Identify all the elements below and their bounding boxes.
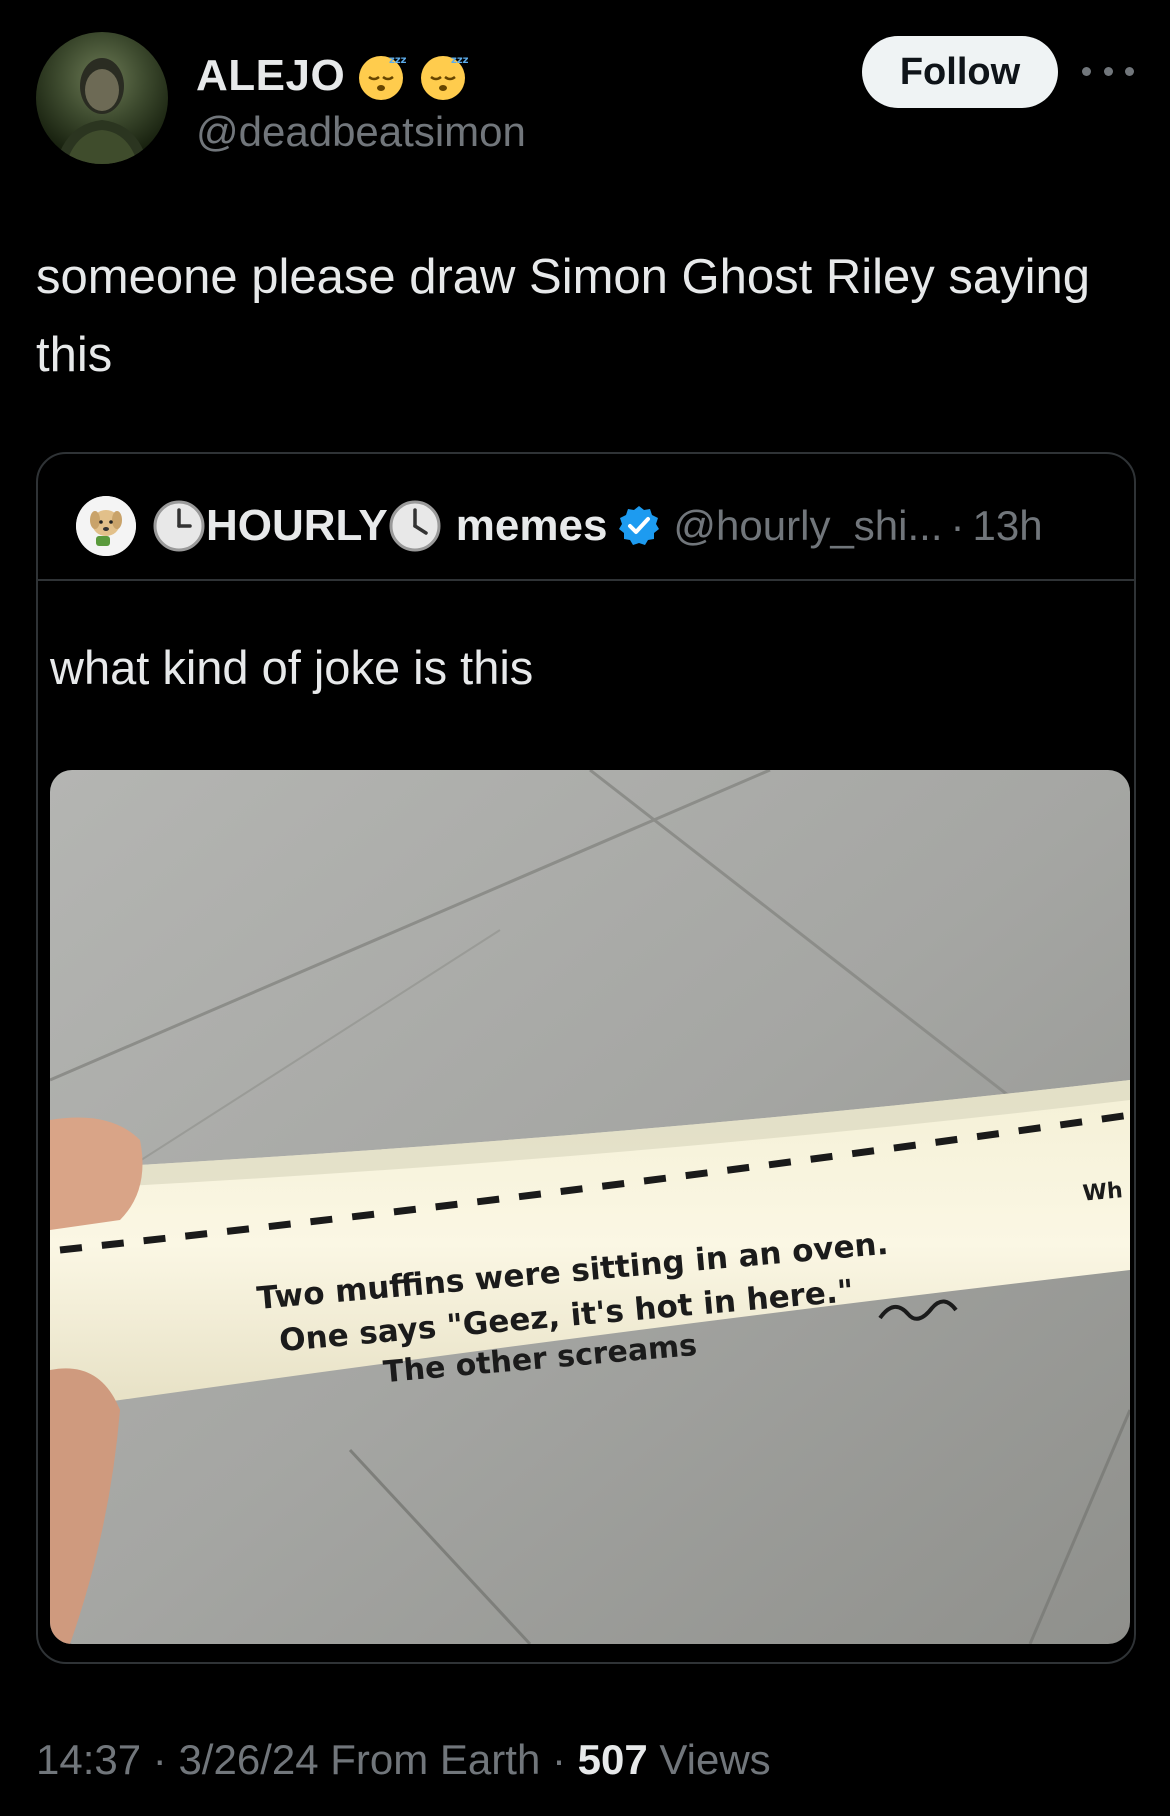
post-time: 14:37 [36, 1736, 142, 1783]
clock-emoji [153, 500, 205, 552]
post-meta: 14:37 · 3/26/24 From Earth · 507 Views [36, 1736, 771, 1784]
quoted-post-header: HOURLY memes @hourly_shi... · 13h [38, 454, 1134, 581]
post-date: 3/26/24 [178, 1736, 319, 1783]
quoted-author-name-prefix[interactable]: HOURLY [206, 501, 388, 551]
author-name[interactable]: ALEJO [196, 51, 345, 101]
quoted-handle[interactable]: @hourly_shi... [673, 502, 942, 550]
post-text: someone please draw Simon Ghost Riley sa… [36, 250, 1091, 382]
separator: · [152, 1736, 167, 1783]
post-header: ALEJO zzz zzz @deadbeatsimon Follow [36, 32, 1134, 166]
quoted-post[interactable]: HOURLY memes @hourly_shi... · 13h what k… [36, 452, 1136, 1664]
sleeping-face-emoji: zzz [421, 55, 469, 100]
quoted-text: what kind of joke is this [50, 641, 534, 694]
author-name-row: ALEJO zzz zzz [196, 46, 469, 106]
quoted-avatar[interactable] [76, 496, 136, 556]
quoted-time[interactable]: 13h [973, 502, 1043, 550]
separator: · [950, 502, 965, 549]
clock-emoji [389, 500, 441, 552]
quoted-image[interactable]: Two muffins were sitting in an oven. One… [50, 770, 1130, 1644]
image-text-edge: Wh [1082, 1178, 1124, 1206]
avatar[interactable] [36, 32, 168, 164]
verified-icon [619, 506, 660, 545]
svg-text:zzz: zzz [389, 55, 407, 66]
quoted-author-row: HOURLY memes @hourly_shi... · 13h [152, 494, 1043, 558]
svg-text:zzz: zzz [451, 55, 469, 66]
separator: · [551, 1736, 566, 1783]
more-icon[interactable] [1082, 54, 1134, 88]
author-handle[interactable]: @deadbeatsimon [196, 108, 526, 156]
sleeping-face-emoji: zzz [359, 55, 407, 100]
follow-button[interactable]: Follow [862, 36, 1058, 108]
post-source: From Earth [330, 1736, 541, 1783]
views-label: Views [659, 1736, 771, 1783]
views-count[interactable]: 507 [578, 1736, 648, 1783]
quoted-author-name-suffix[interactable]: memes [456, 501, 608, 551]
